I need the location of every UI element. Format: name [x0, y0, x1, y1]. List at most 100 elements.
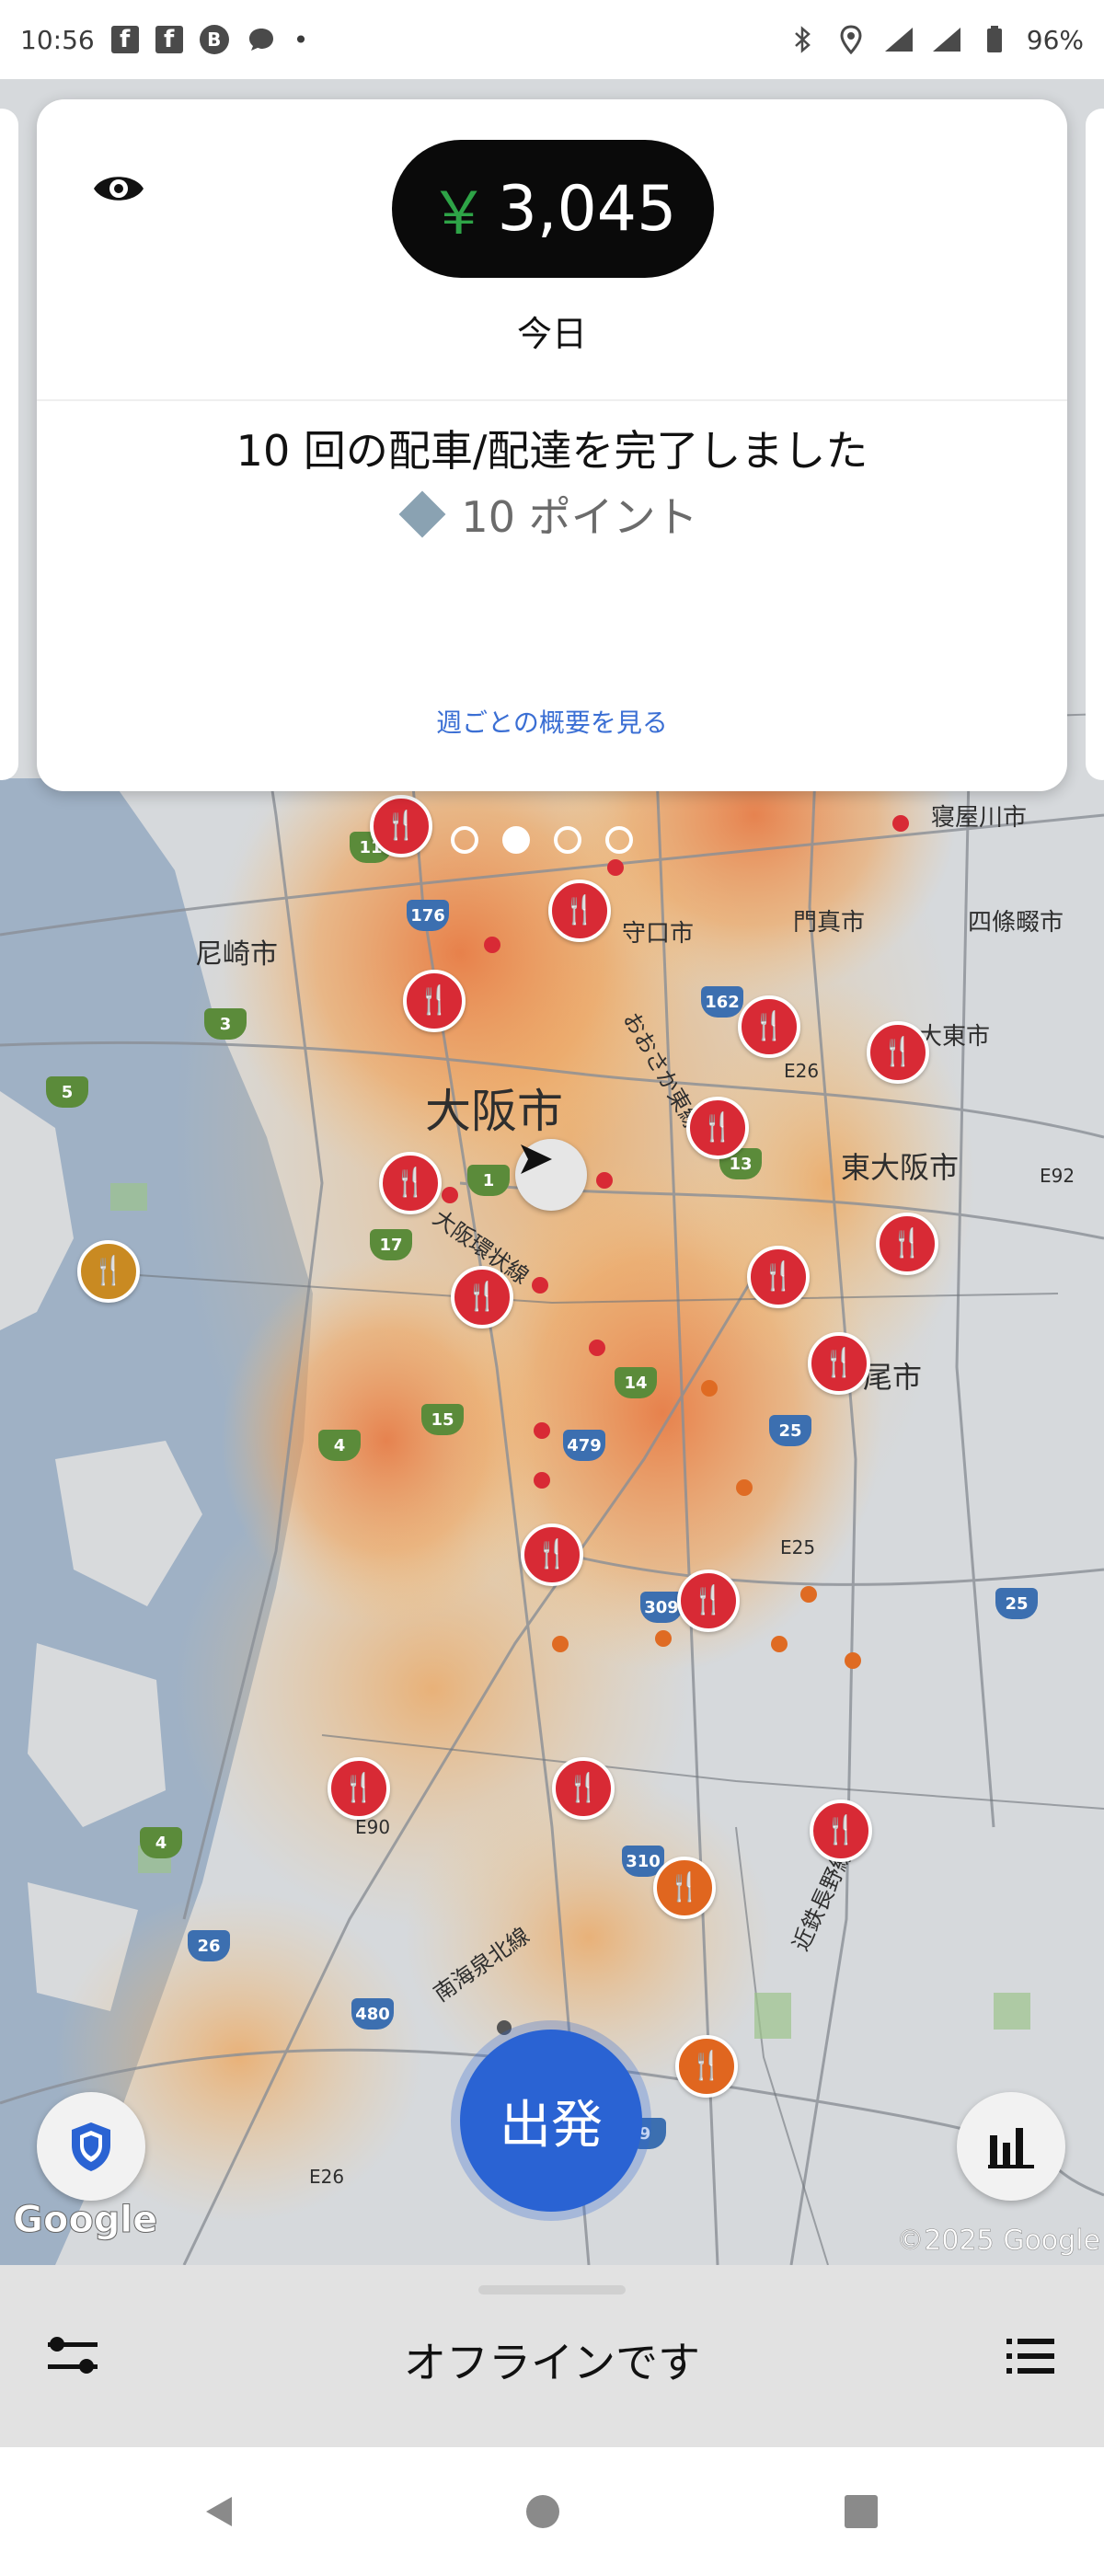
fork-knife-icon: 🍴 — [752, 1010, 787, 1042]
fork-knife-icon: 🍴 — [691, 1584, 726, 1616]
signal-icon — [883, 24, 914, 55]
sheet-drag-handle[interactable] — [478, 2285, 626, 2294]
earnings-amount: 3,045 — [497, 172, 677, 246]
shield-icon — [72, 2122, 110, 2171]
fork-knife-icon: 🍴 — [880, 1036, 915, 1068]
restaurant-pin[interactable]: 🍴 — [686, 1097, 749, 1159]
demand-dot — [534, 1472, 550, 1489]
bar-chart-icon — [988, 2128, 1034, 2168]
diamond-icon — [398, 490, 446, 538]
location-icon — [835, 24, 867, 55]
demand-dot — [497, 2020, 512, 2035]
restaurant-pin[interactable]: 🍴 — [379, 1152, 442, 1214]
restaurant-pin[interactable]: 🍴 — [738, 995, 800, 1058]
fork-knife-icon: 🍴 — [761, 1260, 796, 1293]
route-shield: 14 — [615, 1367, 657, 1398]
demand-dot — [771, 1636, 788, 1652]
route-shield: 4 — [318, 1430, 361, 1461]
restaurant-pin[interactable]: 🍴 — [867, 1021, 929, 1084]
card-divider — [37, 399, 1067, 401]
demand-dot — [892, 815, 909, 832]
map-label-yao: 尾市 — [863, 1360, 923, 1395]
demand-chart-button[interactable] — [957, 2092, 1065, 2201]
fork-knife-icon: 🍴 — [562, 894, 597, 926]
b-app-icon: B — [199, 25, 229, 54]
map-label-shijonawate: 四條畷市 — [968, 909, 1064, 937]
route-shield: 162 — [701, 986, 743, 1018]
safety-button[interactable] — [37, 2092, 145, 2201]
restaurant-pin[interactable]: 🍴 — [876, 1213, 938, 1275]
route-shield: 26 — [188, 1930, 230, 1961]
demand-dot — [607, 859, 624, 876]
restaurant-pin[interactable]: 🍴 — [810, 1800, 872, 1862]
map-label-e92: E92 — [1040, 1165, 1075, 1187]
previous-card-edge[interactable] — [0, 109, 18, 780]
restaurant-pin[interactable]: 🍴 — [747, 1246, 810, 1308]
map-label-moriguchi: 守口市 — [622, 920, 695, 948]
weekly-summary-link[interactable]: 週ごとの概要を見る — [37, 703, 1067, 740]
restaurant-pin[interactable]: 🍴 — [653, 1857, 716, 1919]
home-icon[interactable] — [523, 2491, 563, 2532]
restaurant-pin[interactable]: 🍴 — [677, 1570, 740, 1632]
demand-dot — [442, 1187, 458, 1203]
fork-knife-icon: 🍴 — [91, 1255, 126, 1287]
restaurant-pin[interactable]: 🍴 — [808, 1332, 870, 1395]
next-card-edge[interactable] — [1086, 109, 1104, 780]
route-shield: 5 — [46, 1076, 88, 1108]
demand-dot — [800, 1586, 817, 1603]
bluetooth-icon — [788, 24, 819, 55]
restaurant-pin[interactable]: 🍴 — [552, 1757, 615, 1820]
back-icon[interactable] — [199, 2491, 239, 2532]
route-shield: 25 — [995, 1588, 1038, 1619]
status-bottom-sheet[interactable]: オフラインです — [0, 2265, 1104, 2447]
pager-dot[interactable] — [605, 826, 633, 854]
restaurant-pin[interactable]: 🍴 — [521, 1524, 583, 1586]
demand-dot — [845, 1652, 861, 1669]
facebook-icon: f — [155, 26, 183, 53]
restaurant-pin[interactable]: 🍴 — [403, 970, 466, 1032]
battery-icon — [979, 24, 1010, 55]
fork-knife-icon: 🍴 — [823, 1814, 858, 1846]
chat-icon — [246, 24, 277, 55]
offline-status-text: オフラインです — [404, 2338, 700, 2387]
map-label-kadoma: 門真市 — [793, 909, 866, 937]
restaurant-pin[interactable]: 🍴 — [370, 795, 432, 857]
restaurant-pin[interactable]: 🍴 — [675, 2035, 738, 2098]
pager-dot-active[interactable] — [502, 826, 530, 854]
demand-dot — [701, 1380, 718, 1397]
fork-knife-icon: 🍴 — [417, 984, 452, 1017]
fork-knife-icon: 🍴 — [566, 1772, 601, 1804]
earnings-card: ￥ 3,045 今日 10 回の配車/配達を完了しました 10 ポイント 週ごと… — [37, 99, 1067, 791]
demand-dot — [655, 1630, 672, 1647]
fork-knife-icon: 🍴 — [822, 1347, 857, 1379]
route-shield: 15 — [421, 1404, 464, 1435]
fork-knife-icon: 🍴 — [384, 810, 419, 842]
fork-knife-icon: 🍴 — [465, 1281, 500, 1313]
pager-dot[interactable] — [451, 826, 478, 854]
list-icon[interactable] — [999, 2324, 1064, 2388]
restaurant-pin[interactable]: 🍴 — [548, 880, 611, 942]
route-shield: 25 — [769, 1415, 811, 1446]
restaurant-pin[interactable]: 🍴 — [451, 1266, 513, 1328]
map-label-e26b: E26 — [309, 2166, 345, 2188]
route-shield: 176 — [407, 900, 449, 931]
restaurant-pin[interactable]: 🍴 — [328, 1757, 390, 1820]
fork-knife-icon: 🍴 — [341, 1772, 376, 1804]
eye-icon[interactable] — [90, 160, 147, 217]
go-online-button[interactable]: 出発 — [460, 2030, 642, 2212]
demand-dot — [534, 1422, 550, 1439]
demand-dot — [532, 1277, 548, 1294]
map-label-e26: E26 — [784, 1060, 820, 1082]
map-label-amagasaki: 尼崎市 — [195, 938, 278, 971]
earnings-amount-pill[interactable]: ￥ 3,045 — [392, 140, 714, 278]
restaurant-pin[interactable]: 🍴 — [77, 1240, 140, 1303]
notification-dot: • — [293, 24, 309, 55]
map-label-e25: E25 — [780, 1536, 816, 1558]
pager-dot[interactable] — [554, 826, 581, 854]
status-bar: 10:56 f f B • 96% — [0, 0, 1104, 79]
carousel-pager — [451, 826, 633, 854]
recents-icon[interactable] — [841, 2491, 881, 2532]
navigation-arrow-icon — [521, 1144, 552, 1174]
demand-dot — [736, 1479, 753, 1496]
points-text: 10 ポイント — [461, 492, 698, 542]
